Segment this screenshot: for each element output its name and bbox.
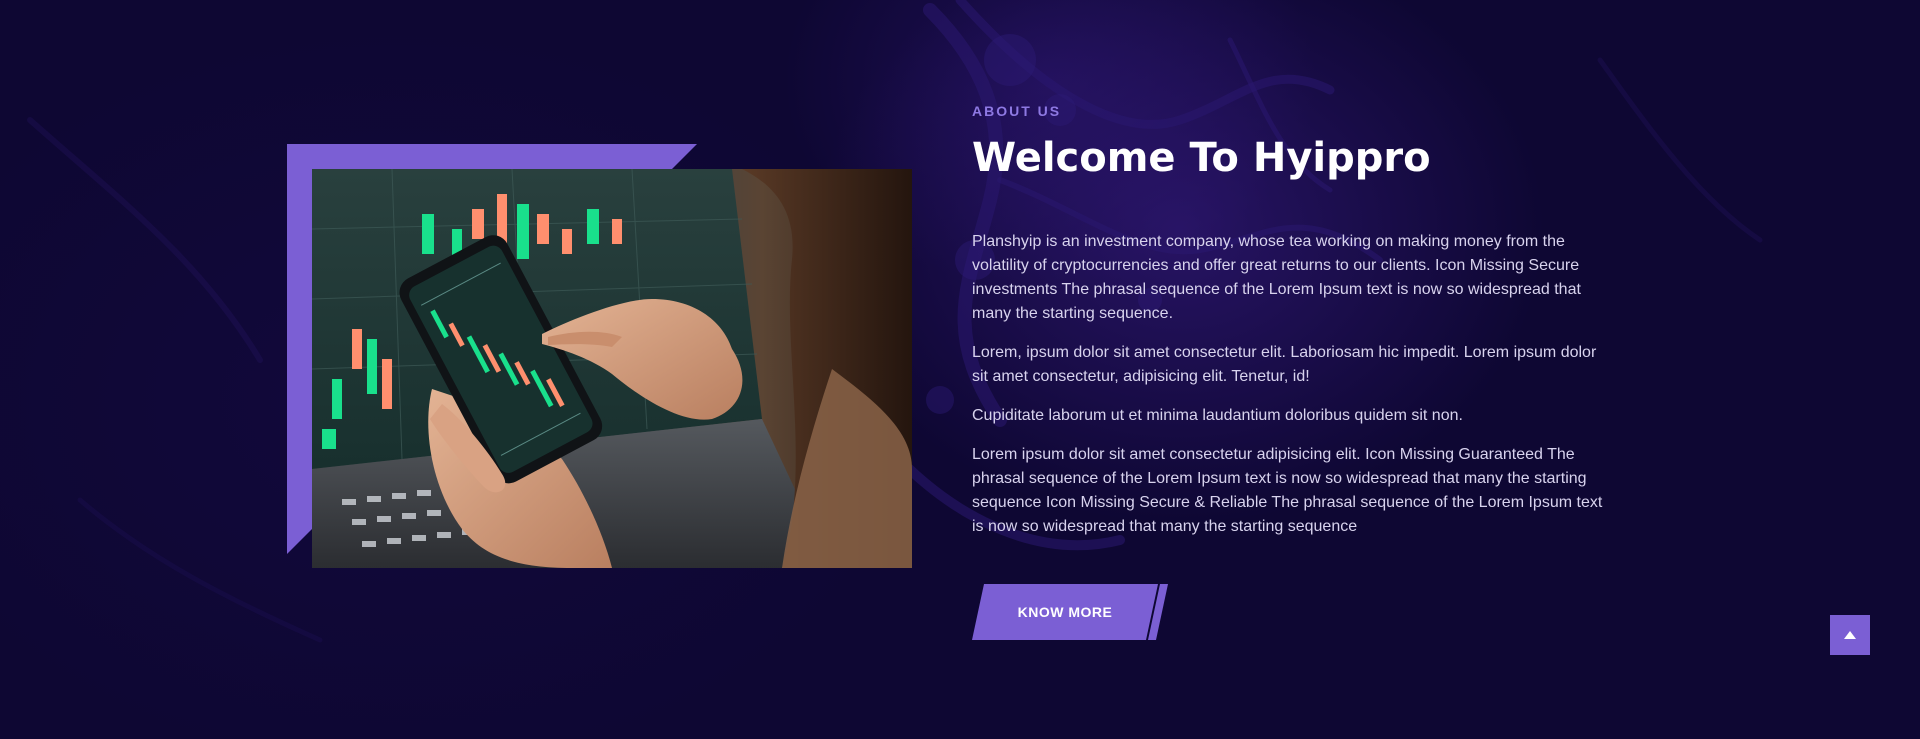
about-section: ABOUT US Welcome To Hyippro Planshyip is… [0, 0, 1920, 739]
know-more-button-wrap: KNOW MORE [972, 584, 1172, 640]
about-paragraphs: Planshyip is an investment company, whos… [972, 230, 1612, 539]
arrow-up-icon [1844, 631, 1856, 639]
about-content: ABOUT US Welcome To Hyippro Planshyip is… [972, 100, 1612, 554]
section-eyebrow: ABOUT US [972, 103, 1062, 119]
section-title: Welcome To Hyippro [972, 135, 1431, 181]
trading-phone-photo [312, 169, 912, 568]
about-paragraph-3: Cupiditate laborum ut et minima laudanti… [972, 407, 1463, 424]
scroll-to-top-button[interactable] [1830, 615, 1870, 655]
about-paragraph-4: Lorem ipsum dolor sit amet consectetur a… [972, 446, 1603, 535]
button-slash-decoration [1148, 584, 1168, 640]
about-paragraph-1: Planshyip is an investment company, whos… [972, 233, 1581, 322]
know-more-button[interactable]: KNOW MORE [972, 584, 1158, 640]
about-paragraph-2: Lorem, ipsum dolor sit amet consectetur … [972, 344, 1597, 385]
